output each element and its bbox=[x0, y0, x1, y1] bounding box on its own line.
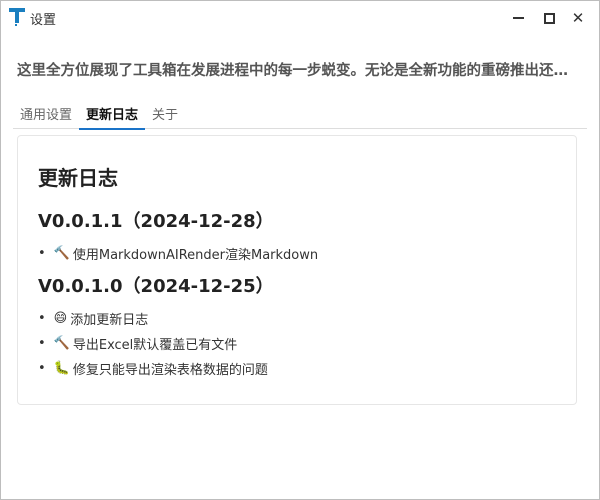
changelog-heading: 更新日志 bbox=[38, 166, 118, 190]
maximize-button[interactable] bbox=[538, 7, 560, 29]
item-text: 使用MarkdownAIRender渲染Markdown bbox=[72, 248, 319, 263]
tab-bar: 通用设置 更新日志 关于 bbox=[13, 101, 587, 130]
item-text: 导出Excel默认覆盖已有文件 bbox=[72, 338, 238, 353]
window-title: 设置 bbox=[30, 13, 57, 28]
tab-about[interactable]: 关于 bbox=[145, 101, 185, 129]
close-button[interactable]: ✕ bbox=[567, 7, 589, 29]
smile-icon: 😄 bbox=[53, 311, 68, 326]
app-logo-icon bbox=[9, 8, 25, 26]
tab-changelog[interactable]: 更新日志 bbox=[79, 101, 146, 130]
list-item: 🔨使用MarkdownAIRender渲染Markdown bbox=[38, 241, 556, 266]
version-title: V0.0.1.0（2024-12-25） bbox=[38, 276, 274, 297]
list-item: 🐛修复只能导出渲染表格数据的问题 bbox=[38, 356, 556, 381]
list-item: 😄添加更新日志 bbox=[38, 306, 556, 331]
item-text: 添加更新日志 bbox=[70, 313, 149, 328]
change-list: 🔨使用MarkdownAIRender渲染Markdown bbox=[38, 241, 556, 266]
item-text: 修复只能导出渲染表格数据的问题 bbox=[72, 363, 268, 378]
version-title: V0.0.1.1（2024-12-28） bbox=[38, 211, 274, 232]
minimize-button[interactable] bbox=[507, 7, 529, 29]
title-bar: 设置 ✕ bbox=[1, 1, 599, 35]
list-item: 🔨导出Excel默认覆盖已有文件 bbox=[38, 331, 556, 356]
page-description: 这里全方位展现了工具箱在发展进程中的每一步蜕变。无论是全新功能的重磅推出还是细节… bbox=[17, 63, 577, 79]
maximize-icon bbox=[543, 12, 555, 24]
bug-icon: 🐛 bbox=[53, 361, 70, 376]
tab-general-settings[interactable]: 通用设置 bbox=[13, 101, 79, 129]
change-list: 😄添加更新日志 🔨导出Excel默认覆盖已有文件 🐛修复只能导出渲染表格数据的问… bbox=[38, 306, 556, 381]
hammer-icon: 🔨 bbox=[53, 246, 70, 261]
hammer-icon: 🔨 bbox=[53, 336, 70, 351]
close-icon: ✕ bbox=[571, 9, 585, 27]
changelog-panel: 更新日志 V0.0.1.1（2024-12-28） 🔨使用MarkdownAIR… bbox=[17, 135, 577, 405]
minimize-icon bbox=[512, 17, 524, 19]
